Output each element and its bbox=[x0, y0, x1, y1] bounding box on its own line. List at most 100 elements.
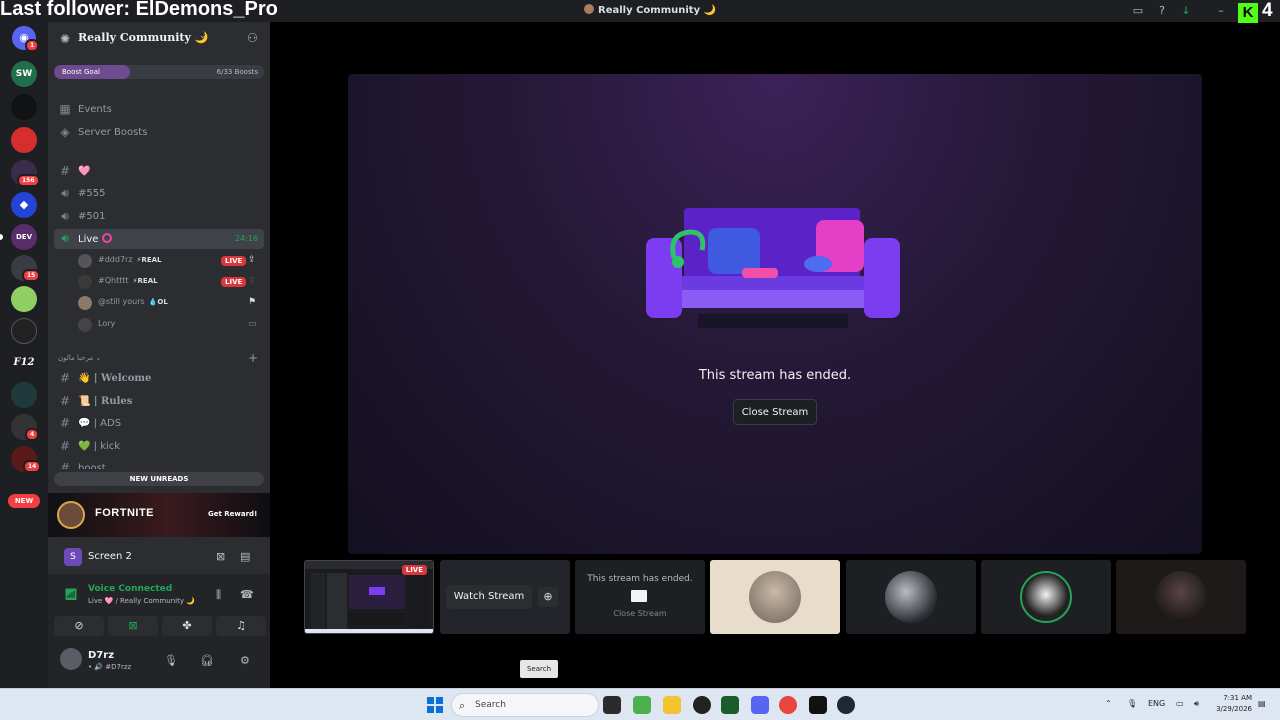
download-icon[interactable]: ↓ bbox=[1179, 4, 1193, 18]
stream-tile[interactable]: This stream has ended. Close Stream bbox=[575, 560, 705, 634]
stream-tile[interactable]: Watch Stream ⊕ bbox=[440, 560, 570, 634]
windows-start-icon[interactable] bbox=[427, 697, 443, 713]
channel-text[interactable]: # boost bbox=[54, 459, 264, 469]
guild-icon[interactable] bbox=[11, 382, 37, 408]
taskbar-search[interactable]: ⌕ Search bbox=[451, 693, 599, 717]
camera-button[interactable]: ⊘ bbox=[54, 616, 104, 636]
participant-tile[interactable] bbox=[710, 560, 840, 634]
guild-icon[interactable] bbox=[11, 127, 37, 153]
guild-icon[interactable]: DEV bbox=[11, 224, 37, 250]
hash-icon: # bbox=[59, 439, 71, 453]
tray-mic-icon[interactable]: 🎙︎ bbox=[1127, 699, 1137, 708]
guild-icon[interactable] bbox=[11, 318, 37, 344]
obs-icon[interactable] bbox=[693, 696, 711, 714]
zoom-icon[interactable]: ⊕ bbox=[538, 587, 558, 607]
activities-button[interactable]: ✤ bbox=[162, 616, 212, 636]
get-reward-button[interactable]: Get Reward! bbox=[208, 510, 257, 518]
channel-text[interactable]: # 💬 | ADS bbox=[54, 414, 264, 434]
guild-icon[interactable]: SW bbox=[11, 61, 37, 87]
chevron-down-icon[interactable]: ⌄ bbox=[199, 31, 207, 41]
category-name: مرحبا مالون bbox=[58, 354, 94, 362]
guild-icon[interactable] bbox=[11, 286, 37, 312]
voice-user[interactable]: #Qhtttt ⚡REAL LIVE ⇪ bbox=[78, 272, 264, 292]
tray-overflow-icon[interactable]: ⌃ bbox=[1105, 699, 1112, 708]
clock[interactable]: 7:31 AM 3/29/2026 bbox=[1214, 693, 1252, 715]
user-tag: 💧OL bbox=[148, 298, 168, 306]
task-view-icon[interactable] bbox=[603, 696, 621, 714]
voice-location[interactable]: Live 🩷 / Really Community 🌙 bbox=[88, 597, 195, 605]
avatar bbox=[78, 254, 92, 268]
steam-icon[interactable] bbox=[837, 696, 855, 714]
channel-voice[interactable]: 🔊︎ #501 bbox=[54, 207, 264, 227]
app-icon[interactable] bbox=[809, 696, 827, 714]
app-icon[interactable] bbox=[721, 696, 739, 714]
file-explorer-icon[interactable] bbox=[663, 696, 681, 714]
channel-label: #555 bbox=[78, 188, 106, 199]
channel-live[interactable]: 🔊︎ Live 24:16 bbox=[54, 229, 264, 249]
channel-label: 💚 | kick bbox=[78, 441, 121, 452]
stop-share-icon[interactable]: ⊠ bbox=[216, 550, 225, 563]
avatar bbox=[1155, 571, 1207, 623]
channel-voice[interactable]: 🔊︎ #555 bbox=[54, 184, 264, 204]
channel-label: 👋 | Welcome bbox=[78, 373, 152, 384]
avatar bbox=[78, 318, 92, 332]
new-unreads-button[interactable]: NEW UNREADS bbox=[54, 472, 264, 486]
events-link[interactable]: ▦ Events bbox=[54, 100, 264, 120]
tile-close-stream[interactable]: Close Stream bbox=[575, 609, 705, 618]
share-screen-button[interactable]: ⊠ bbox=[108, 616, 158, 636]
participant-tile[interactable] bbox=[1116, 560, 1246, 634]
boost-icon: ◈ bbox=[60, 125, 70, 139]
language-indicator[interactable]: ENG bbox=[1148, 699, 1165, 708]
voice-user[interactable]: #ddd7rz ⚡REAL LIVE ⇪ bbox=[78, 251, 264, 271]
guild-icon[interactable]: ◆ bbox=[11, 192, 37, 218]
clock-date: 3/29/2026 bbox=[1216, 705, 1252, 713]
boost-goal[interactable]: Boost Goal 6/33 Boosts bbox=[54, 65, 264, 79]
minimize-icon[interactable]: – bbox=[1214, 4, 1228, 18]
screen-icon[interactable]: ▭ bbox=[1131, 4, 1145, 18]
guild-icon[interactable]: F12 bbox=[11, 350, 37, 376]
voice-status[interactable]: Voice Connected bbox=[88, 584, 172, 594]
help-icon[interactable]: ? bbox=[1155, 4, 1169, 18]
channel-label: 💬 | ADS bbox=[78, 418, 122, 429]
avatar[interactable] bbox=[60, 648, 82, 670]
settings-gear-icon[interactable]: ⚙ bbox=[240, 654, 250, 667]
promo-banner[interactable]: FORTNITE Get Reward! bbox=[48, 493, 270, 537]
channel-text[interactable]: # 💚 | kick bbox=[54, 437, 264, 457]
events-label: Events bbox=[78, 104, 112, 115]
disconnect-icon[interactable]: ☎ bbox=[240, 588, 254, 601]
voice-user[interactable]: @still yours 💧OL ⚑ bbox=[78, 293, 264, 313]
clock-time: 7:31 AM bbox=[1223, 694, 1252, 702]
network-icon[interactable]: ▭ bbox=[1176, 699, 1184, 708]
participant-tile[interactable] bbox=[846, 560, 976, 634]
chrome-icon[interactable] bbox=[779, 696, 797, 714]
widgets-icon[interactable] bbox=[633, 696, 651, 714]
server-name[interactable]: Really Community 🌙 bbox=[78, 31, 208, 44]
category-header[interactable]: مرحبا مالون ⌄ + bbox=[58, 351, 258, 365]
voice-panel: 📶︎ Voice Connected Live 🩷 / Really Commu… bbox=[48, 574, 270, 688]
participant-tile[interactable] bbox=[981, 560, 1111, 634]
server-header[interactable]: ✺ Really Community 🌙 ⌄ ⚇ bbox=[48, 22, 270, 54]
watch-stream-button[interactable]: Watch Stream bbox=[446, 585, 532, 609]
tile-ended-text: This stream has ended. bbox=[587, 574, 693, 584]
soundboard-button[interactable]: ♫ bbox=[216, 616, 266, 636]
add-channel-icon[interactable]: + bbox=[248, 351, 258, 365]
discord-icon[interactable] bbox=[751, 696, 769, 714]
channel-text[interactable]: # 📜 | Rules bbox=[54, 392, 264, 412]
hash-icon: # bbox=[59, 164, 71, 178]
new-badge[interactable]: NEW bbox=[8, 494, 40, 508]
notification-icon[interactable]: ▤ bbox=[1258, 699, 1266, 708]
server-boosts-link[interactable]: ◈ Server Boosts bbox=[54, 123, 264, 143]
channel-text[interactable]: # 👋 | Welcome bbox=[54, 369, 264, 389]
voice-user[interactable]: Lory ▭ bbox=[78, 315, 264, 335]
noise-suppression-icon[interactable]: ⫼ bbox=[216, 588, 221, 602]
channel-text[interactable]: # 🩷 bbox=[54, 162, 264, 182]
stream-tile[interactable]: LIVE bbox=[304, 560, 434, 634]
guild-icon[interactable] bbox=[11, 94, 37, 120]
microphone-icon[interactable]: 🎙︎ bbox=[164, 654, 178, 667]
share-settings-icon[interactable]: ▤ bbox=[240, 550, 250, 563]
close-stream-button[interactable]: Close Stream bbox=[733, 399, 817, 425]
invite-icon[interactable]: ⚇ bbox=[247, 31, 258, 45]
volume-icon[interactable]: 🔊︎ bbox=[1194, 699, 1199, 709]
headphones-icon[interactable]: 🎧︎ bbox=[200, 654, 214, 667]
screen: Last follower: ElDemons_Pro Really Commu… bbox=[0, 0, 1280, 720]
